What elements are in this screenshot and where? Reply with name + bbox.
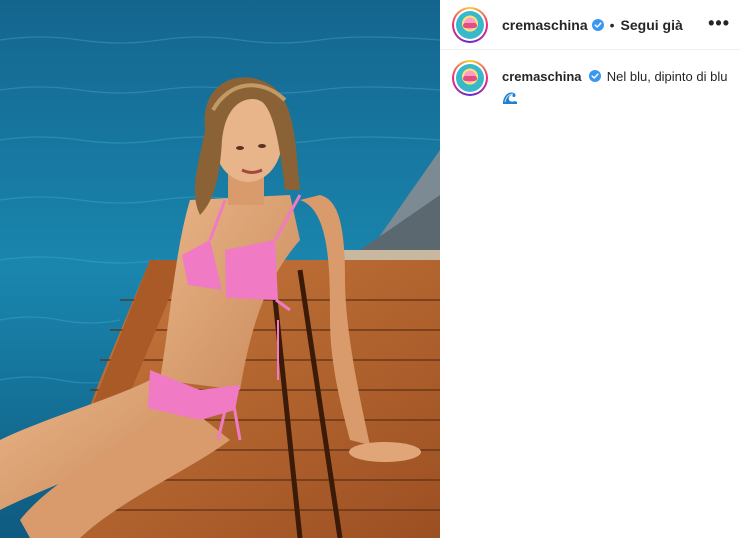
caption-avatar[interactable] — [452, 60, 488, 96]
avatar-ring — [454, 8, 486, 41]
caption-text: Nel blu, dipinto di blu — [606, 69, 728, 84]
avatar-image — [456, 64, 484, 92]
post-photo[interactable] — [0, 0, 440, 538]
post-image — [0, 0, 440, 538]
wave-emoji-icon — [502, 89, 518, 105]
avatar-ring — [454, 62, 486, 94]
verified-badge-icon — [589, 70, 602, 82]
post-caption: cremaschina Nel blu, dipinto di blu — [452, 60, 732, 110]
verified-badge-icon — [591, 18, 604, 31]
author-username[interactable]: cremaschina — [502, 17, 588, 33]
more-options-icon[interactable]: ••• — [708, 14, 730, 32]
avatar-image — [456, 10, 484, 39]
author-avatar[interactable] — [452, 6, 488, 43]
separator-dot: • — [609, 16, 615, 33]
caption-body: cremaschina Nel blu, dipinto di blu — [502, 68, 727, 110]
caption-username[interactable]: cremaschina — [502, 69, 582, 84]
post-header: cremaschina • Segui già ••• — [440, 0, 740, 50]
following-button[interactable]: Segui già — [621, 17, 683, 33]
post-side-panel: cremaschina • Segui già ••• cremaschina … — [440, 0, 740, 538]
